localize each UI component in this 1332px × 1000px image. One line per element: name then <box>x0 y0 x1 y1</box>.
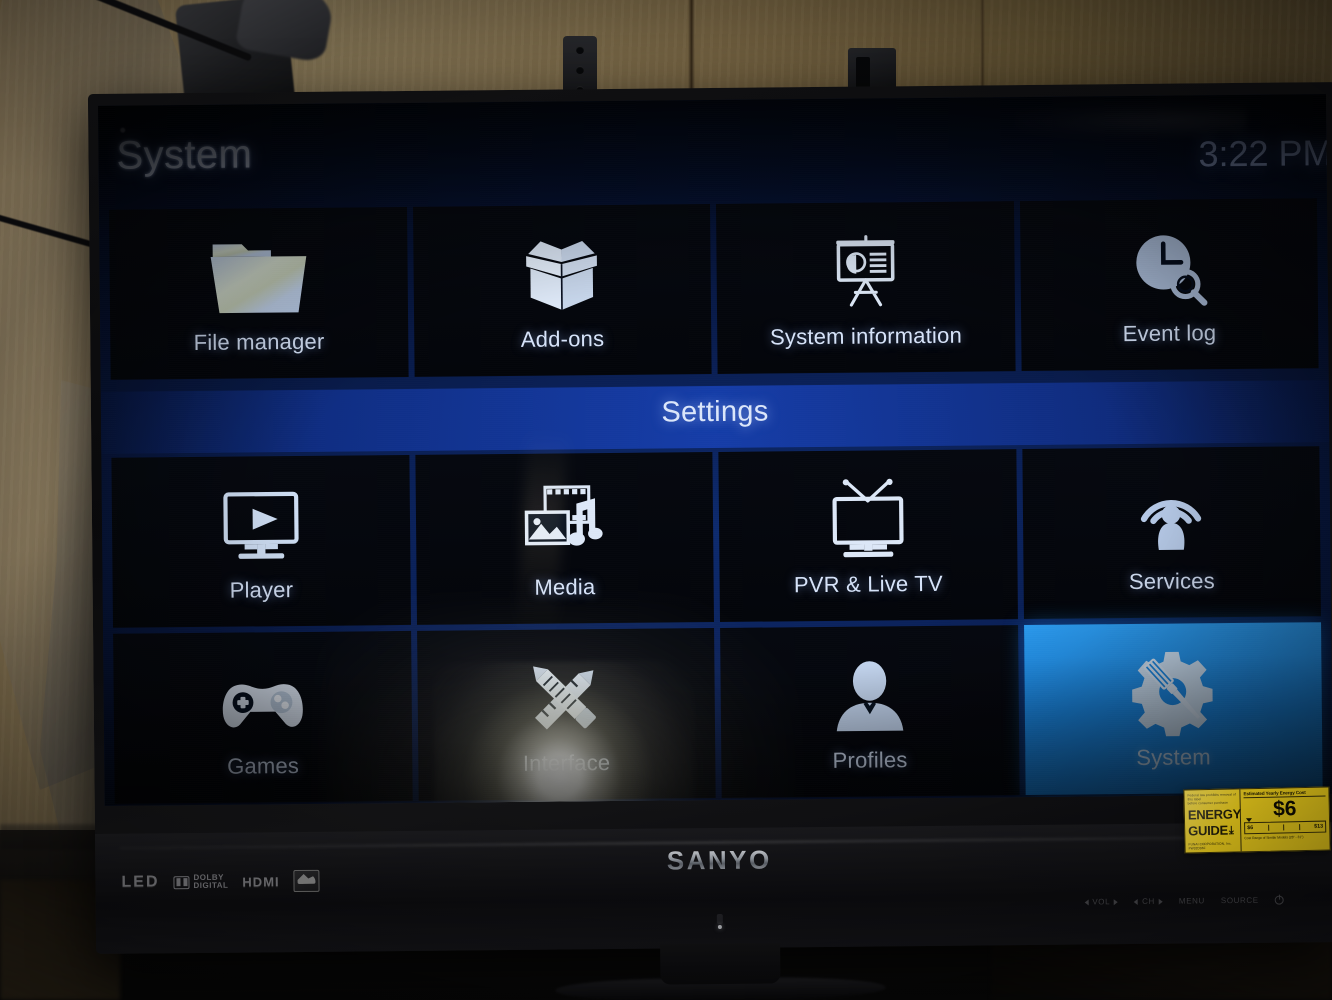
energy-guide-note-2: before consumer purchase <box>1187 800 1228 806</box>
energy-guide-maker-2: FW32D06F <box>1188 846 1206 851</box>
energy-guide-wordmark: ENERGY <box>1187 806 1242 823</box>
top-tile-row: File manager Add-ons System information … <box>109 198 1319 380</box>
photo-film-music-icon <box>512 476 617 569</box>
energy-guide-title-2: GUIDE <box>1188 822 1229 839</box>
screen-dust-speck <box>120 127 126 133</box>
energy-guide-title-1: ENERGY <box>1187 806 1242 823</box>
retro-tv-antenna-icon <box>815 473 920 566</box>
energy-guide-cost-scale: $6 $13 <box>1244 818 1327 835</box>
energy-guide-cost: $6 <box>1272 797 1297 821</box>
tile-file-manager[interactable]: File manager <box>109 206 409 380</box>
open-box-icon <box>509 228 614 321</box>
photo-scene: System 3:22 PM File manager Add-ons Syst… <box>0 0 1332 1000</box>
scale-tick <box>1283 824 1285 831</box>
gamepad-icon <box>210 655 315 748</box>
tile-system[interactable]: System <box>1023 622 1323 796</box>
settings-tile-row-2: Games Interface Profiles System <box>113 622 1323 804</box>
energy-guide-scale-high: $13 <box>1314 823 1324 830</box>
tile-player[interactable]: Player <box>111 454 411 628</box>
energy-guide-scale-low: $6 <box>1247 825 1254 832</box>
tile-pvr-live-tv[interactable]: PVR & Live TV <box>718 449 1018 622</box>
dolby-double-d-icon <box>173 875 190 889</box>
tile-event-log[interactable]: Event log <box>1019 198 1319 372</box>
tile-label: File manager <box>193 328 325 356</box>
tile-add-ons[interactable]: Add-ons <box>412 204 712 377</box>
tile-system-information[interactable]: System information <box>715 201 1016 374</box>
tile-label: Add-ons <box>520 326 605 352</box>
energy-guide-wordmark-2: GUIDE ⤓ <box>1188 822 1238 839</box>
hdmi-badge: HDMI <box>242 873 280 890</box>
energy-guide-scale-marker <box>1245 818 1253 823</box>
kodi-system-screen: System 3:22 PM File manager Add-ons Syst… <box>98 94 1332 806</box>
tile-label: Profiles <box>832 747 908 773</box>
energy-star-badge <box>293 869 320 893</box>
ir-receiver-led <box>716 913 723 925</box>
television: System 3:22 PM File manager Add-ons Syst… <box>87 82 1332 1000</box>
person-silhouette-icon <box>817 649 922 742</box>
kodi-header: System 3:22 PM <box>98 122 1332 194</box>
tile-profiles[interactable]: Profiles <box>720 625 1020 798</box>
folder-icon <box>206 231 311 324</box>
tile-label: Media <box>534 574 596 600</box>
gear-screwdriver-icon <box>1121 646 1226 739</box>
monitor-play-icon <box>208 479 313 572</box>
source-button[interactable]: SOURCE <box>1221 896 1259 905</box>
pencil-ruler-icon <box>514 652 619 745</box>
volume-rocker[interactable]: VOL <box>1084 897 1119 907</box>
source-label: SOURCE <box>1220 895 1259 906</box>
scale-tick <box>1267 824 1269 831</box>
tv-control-panel: VOL CH MENU SOURCE <box>1084 895 1284 907</box>
presentation-board-icon <box>813 225 918 318</box>
tile-label: PVR & Live TV <box>793 570 943 598</box>
page-title: System <box>116 132 253 178</box>
tile-label: Event log <box>1122 320 1217 347</box>
dolby-sublabel: DIGITAL <box>193 880 229 891</box>
tile-label: Player <box>229 577 294 603</box>
tile-label: Games <box>227 753 300 779</box>
scale-tick <box>1298 824 1300 831</box>
led-badge: LED <box>121 873 160 891</box>
tile-label: Services <box>1128 568 1215 595</box>
energy-guide-right-panel: Estimated Yearly Energy Cost $6 $6 $13 C… <box>1240 787 1329 851</box>
channel-rocker[interactable]: CH <box>1134 897 1163 906</box>
volume-label: VOL <box>1092 897 1111 907</box>
bezel-badges: LED DOLBY DIGITAL HDMI <box>121 869 320 894</box>
dolby-digital-badge: DOLBY DIGITAL <box>173 873 229 891</box>
tv-stand-neck <box>660 943 781 985</box>
tile-label: System <box>1136 744 1211 770</box>
tile-label: Interface <box>522 750 611 776</box>
channel-label: CH <box>1142 896 1155 906</box>
tile-label: System information <box>769 322 963 350</box>
menu-button[interactable]: MENU <box>1179 896 1205 905</box>
tile-services[interactable]: Services <box>1021 446 1321 620</box>
energy-guide-sticker: Federal law prohibits removal of this la… <box>1183 786 1331 854</box>
energy-guide-footer-note: Cost Range of Similar Models (28" - 31") <box>1244 834 1304 840</box>
down-arrow-icon: ⤓ <box>1228 824 1234 837</box>
energy-guide-left-panel: Federal law prohibits removal of this la… <box>1184 789 1242 853</box>
broadcast-person-icon <box>1119 470 1224 563</box>
tv-brand-logo: SANYO <box>666 844 772 876</box>
clock-search-icon <box>1116 222 1221 315</box>
menu-label: MENU <box>1178 896 1205 906</box>
power-button[interactable] <box>1274 895 1284 905</box>
tile-games[interactable]: Games <box>113 630 413 804</box>
settings-tile-row-1: Player Media PVR & Live TV Services <box>111 446 1321 628</box>
tv-screen: System 3:22 PM File manager Add-ons Syst… <box>98 94 1332 806</box>
clock: 3:22 PM <box>1198 132 1332 175</box>
tile-media[interactable]: Media <box>414 452 714 625</box>
tile-interface[interactable]: Interface <box>416 628 716 801</box>
